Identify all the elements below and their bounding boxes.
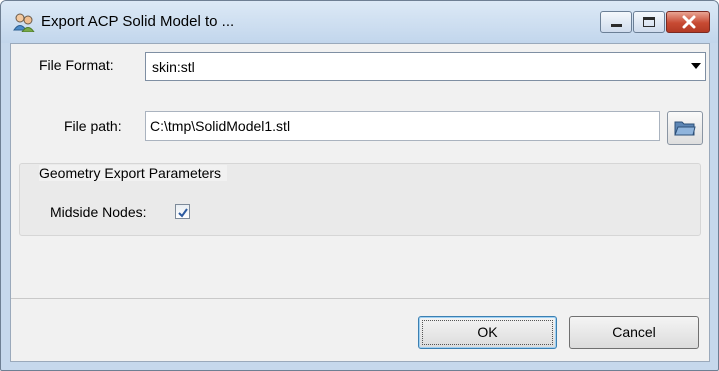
file-format-dropdown[interactable]: skin:stl xyxy=(145,52,706,81)
focus-outline xyxy=(422,320,553,345)
file-format-value: skin:stl xyxy=(152,59,195,75)
folder-icon xyxy=(674,119,696,142)
group-title: Geometry Export Parameters xyxy=(39,165,228,181)
dialog-body: File Format: skin:stl File path: C:\tmp\… xyxy=(10,43,710,362)
file-path-value: C:\tmp\SolidModel1.stl xyxy=(150,118,291,134)
export-dialog-window: Export ACP Solid Model to ... File Forma… xyxy=(0,0,719,371)
close-button[interactable] xyxy=(666,11,710,33)
check-icon xyxy=(177,206,189,224)
footer-divider xyxy=(11,298,709,299)
cancel-button[interactable]: Cancel xyxy=(569,316,699,349)
cancel-button-label: Cancel xyxy=(612,324,656,340)
midside-nodes-label: Midside Nodes: xyxy=(50,204,147,220)
file-path-input[interactable]: C:\tmp\SolidModel1.stl xyxy=(145,111,660,141)
title-bar[interactable]: Export ACP Solid Model to ... xyxy=(1,1,718,43)
chevron-down-icon[interactable] xyxy=(691,63,701,69)
midside-nodes-checkbox[interactable] xyxy=(175,204,190,219)
window-title: Export ACP Solid Model to ... xyxy=(41,13,235,30)
browse-button[interactable] xyxy=(667,111,703,145)
maximize-button[interactable] xyxy=(633,11,665,33)
maximize-icon xyxy=(643,17,655,27)
minimize-icon xyxy=(611,24,622,27)
users-icon xyxy=(13,12,35,33)
file-format-label: File Format: xyxy=(39,57,114,73)
close-icon xyxy=(681,15,697,34)
file-path-label: File path: xyxy=(64,118,122,134)
ok-button[interactable]: OK xyxy=(418,316,557,349)
minimize-button[interactable] xyxy=(600,11,632,33)
